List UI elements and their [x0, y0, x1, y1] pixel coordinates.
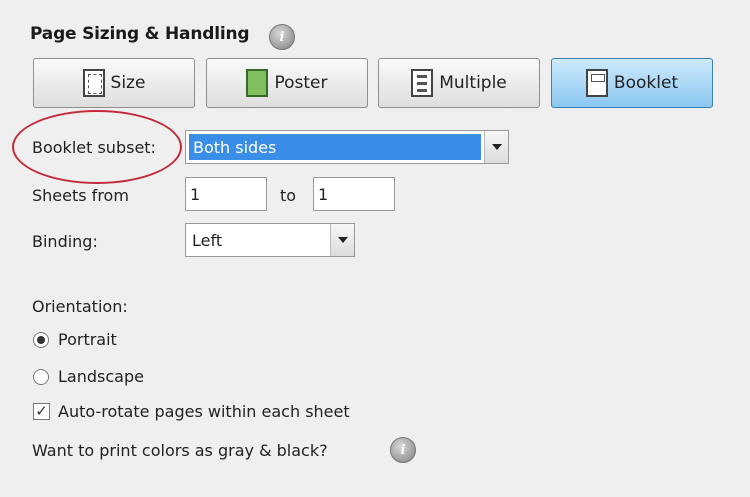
multiple-button[interactable]: Multiple	[378, 58, 540, 108]
orientation-label: Orientation:	[32, 297, 128, 316]
multiple-button-label: Multiple	[439, 73, 507, 93]
portrait-radio[interactable]	[33, 332, 49, 348]
info-glyph: i	[279, 29, 285, 45]
sheets-from-input[interactable]: 1	[185, 177, 267, 211]
gray-print-question: Want to print colors as gray & black?	[32, 441, 328, 460]
landscape-radio[interactable]	[33, 369, 49, 385]
booklet-subset-label: Booklet subset:	[32, 138, 156, 157]
auto-rotate-label: Auto-rotate pages within each sheet	[58, 402, 350, 421]
size-icon	[82, 69, 105, 97]
sheets-from-label: Sheets from	[32, 186, 129, 205]
size-button-label: Size	[110, 73, 146, 93]
binding-value: Left	[192, 230, 223, 250]
chevron-down-icon[interactable]	[330, 224, 354, 256]
poster-icon	[246, 69, 269, 97]
booklet-subset-select[interactable]: Both sides	[185, 130, 509, 164]
multiple-icon	[411, 69, 434, 97]
poster-button[interactable]: Poster	[206, 58, 368, 108]
info-icon[interactable]: i	[390, 437, 416, 463]
section-title: Page Sizing & Handling	[30, 24, 250, 44]
sheets-to-input[interactable]: 1	[313, 177, 395, 211]
booklet-icon	[585, 69, 608, 97]
sheets-to-label: to	[280, 186, 297, 205]
size-button[interactable]: Size	[33, 58, 195, 108]
binding-select[interactable]: Left	[185, 223, 355, 257]
auto-rotate-checkbox[interactable]: ✓	[33, 403, 50, 420]
booklet-button-label: Booklet	[613, 73, 679, 93]
binding-label: Binding:	[32, 232, 98, 251]
portrait-label: Portrait	[58, 330, 117, 349]
info-icon[interactable]: i	[269, 24, 295, 50]
booklet-subset-value: Both sides	[189, 134, 481, 160]
booklet-button[interactable]: Booklet	[551, 58, 713, 108]
poster-button-label: Poster	[274, 73, 328, 93]
checkmark-icon: ✓	[35, 402, 48, 420]
info-glyph: i	[400, 442, 406, 458]
landscape-label: Landscape	[58, 367, 144, 386]
chevron-down-icon[interactable]	[484, 131, 508, 163]
